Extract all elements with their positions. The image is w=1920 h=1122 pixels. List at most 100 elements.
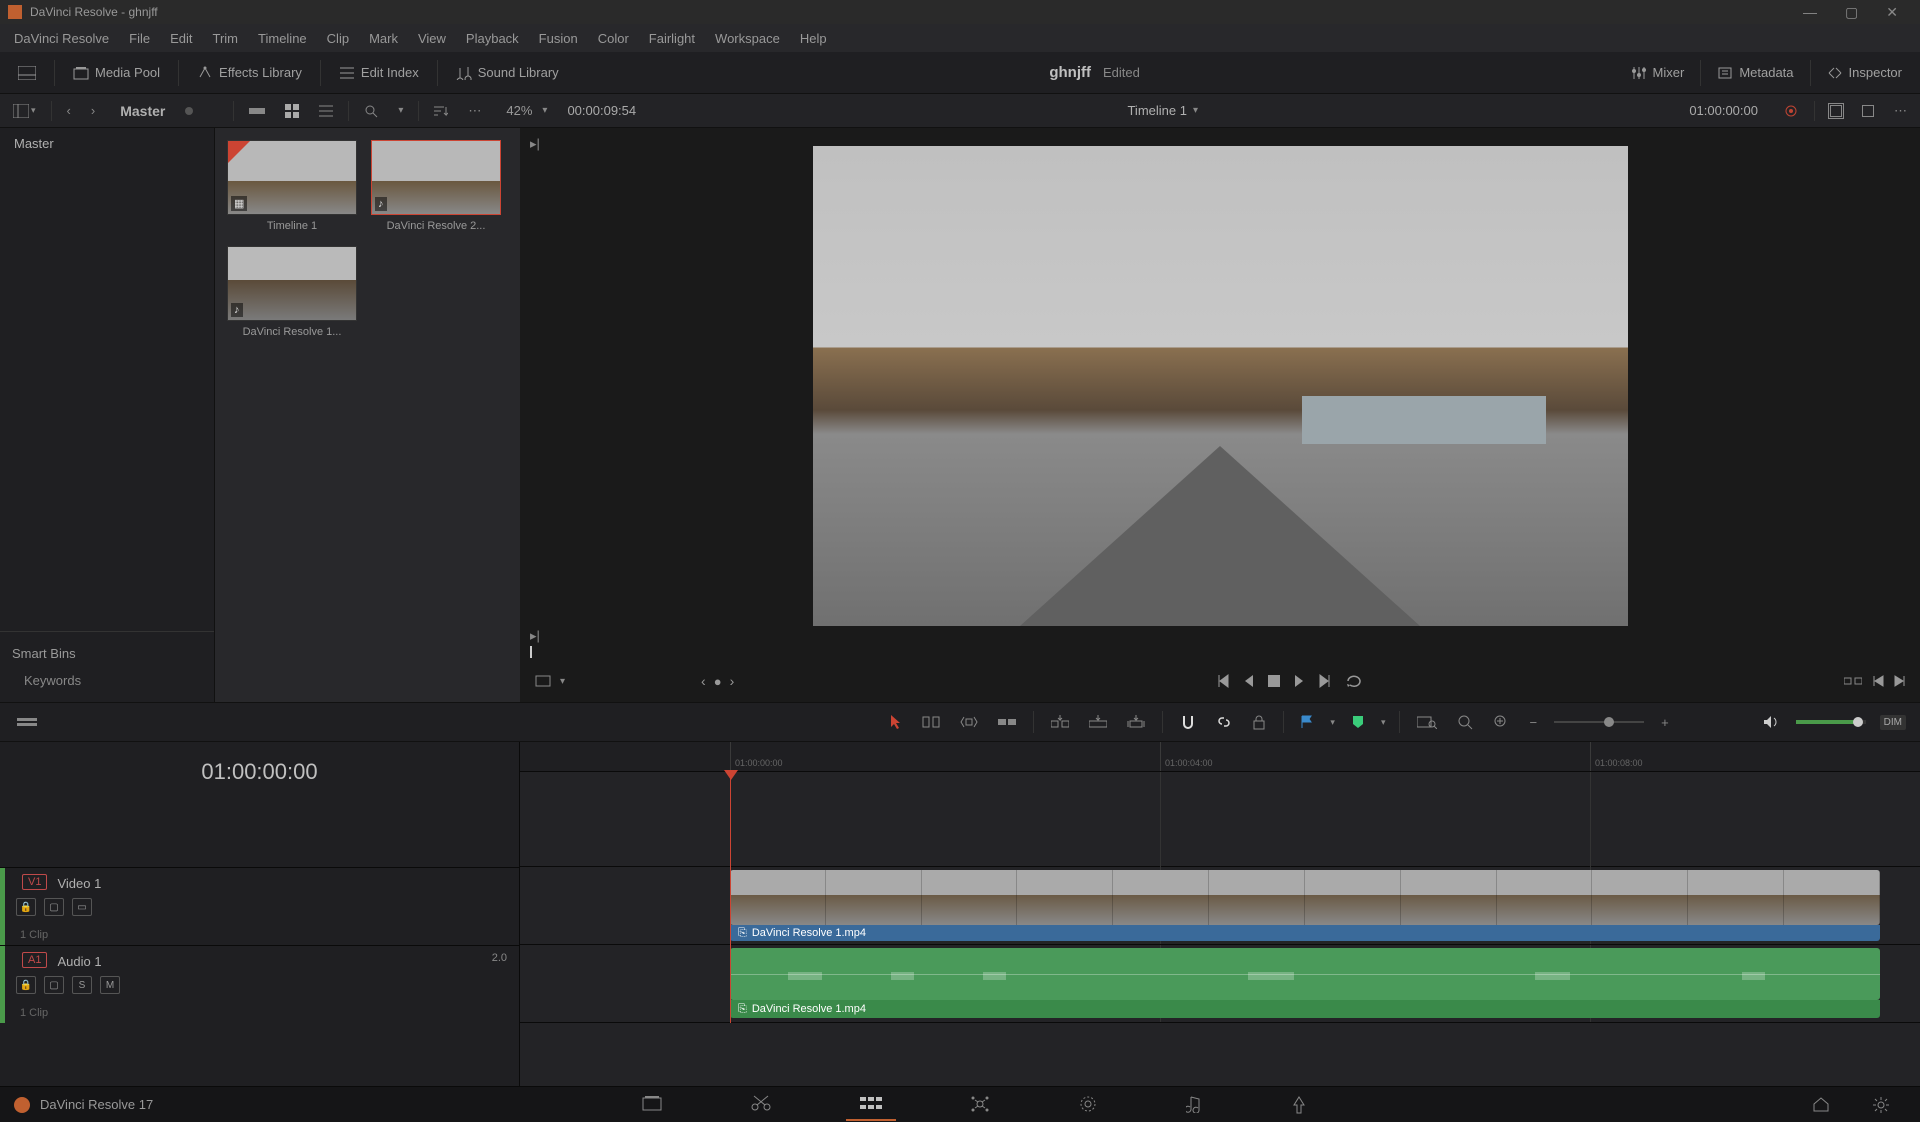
viewer-canvas[interactable] [520,128,1920,644]
video-autoselect-icon[interactable]: ▢ [44,898,64,916]
volume-icon[interactable] [1760,712,1782,732]
media-thumb[interactable]: ♪DaVinci Resolve 1... [227,246,357,338]
menu-workspace[interactable]: Workspace [705,31,790,46]
menu-edit[interactable]: Edit [160,31,202,46]
single-viewer-icon[interactable] [1825,101,1847,121]
menu-fusion[interactable]: Fusion [529,31,588,46]
minimize-button[interactable]: — [1789,2,1831,22]
page-fusion[interactable] [956,1089,1004,1121]
video-track-id[interactable]: V1 [22,874,47,890]
insert-clip-icon[interactable] [1048,712,1072,732]
more-icon[interactable]: ⋯ [463,99,486,123]
overwrite-clip-icon[interactable] [1086,712,1110,732]
marker-dropdown-icon[interactable]: ▾ [1381,717,1386,728]
smart-bins-header[interactable]: Smart Bins [0,640,214,667]
jump-last-icon[interactable]: ▸| [530,628,540,644]
maximize-button[interactable]: ▢ [1831,2,1872,23]
menu-timeline[interactable]: Timeline [248,31,317,46]
dynamic-trim-icon[interactable] [957,712,981,732]
flag-dropdown-icon[interactable]: ▾ [1330,717,1335,728]
nav-back-icon[interactable]: ‹ [62,99,76,122]
settings-icon[interactable] [1858,1090,1904,1120]
menu-clip[interactable]: Clip [317,31,359,46]
menu-playback[interactable]: Playback [456,31,529,46]
audio-clip[interactable] [730,948,1880,1000]
zoom-custom-icon[interactable] [1490,711,1512,733]
mark-in-icon[interactable]: ‹ [701,673,706,689]
timeline-ruler[interactable]: 01:00:00:00 01:00:04:00 01:00:08:00 [520,742,1920,772]
insert-icon[interactable] [1844,675,1862,687]
zoom-fit-icon[interactable] [1414,712,1440,732]
trim-tool-icon[interactable] [919,712,943,732]
timeline-name-label[interactable]: Timeline 1 [1127,103,1186,118]
audio-autoselect-icon[interactable]: ▢ [44,976,64,994]
audio-track-header[interactable]: A1 Audio 1 2.0 🔒 ▢ S M 1 Clip [0,945,519,1023]
page-media[interactable] [628,1089,676,1121]
zoom-percent[interactable]: 42% [506,103,532,118]
media-pool-button[interactable]: Media Pool [65,61,168,84]
link-icon[interactable] [1213,711,1235,733]
nav-fwd-icon[interactable]: › [86,99,100,122]
home-icon[interactable] [1798,1090,1844,1120]
menu-view[interactable]: View [408,31,456,46]
playhead[interactable] [730,772,731,1023]
close-button[interactable]: ✕ [1872,2,1912,23]
audio-lock-icon[interactable]: 🔒 [16,976,36,994]
sort-icon[interactable] [429,101,453,121]
prev-frame-icon[interactable] [1244,674,1254,688]
page-cut[interactable] [736,1089,786,1121]
mixer-button[interactable]: Mixer [1623,60,1693,86]
selection-tool-icon[interactable] [887,711,905,733]
media-thumb[interactable]: ♪DaVinci Resolve 2... [371,140,501,232]
video-clip[interactable] [730,870,1880,925]
layout-button[interactable] [10,62,44,84]
menu-help[interactable]: Help [790,31,837,46]
view-list-icon[interactable] [314,101,338,121]
go-end-icon[interactable] [1318,674,1332,688]
snap-icon[interactable] [1177,711,1199,733]
panel-layout-icon[interactable]: ▾ [8,100,41,122]
dual-viewer-icon[interactable] [1857,101,1879,121]
lock-icon[interactable] [1249,711,1269,733]
search-icon[interactable] [359,100,383,122]
play-icon[interactable] [1294,674,1304,688]
metadata-button[interactable]: Metadata [1709,60,1801,86]
viewer-more-icon[interactable]: ⋯ [1889,99,1912,123]
effects-library-button[interactable]: Effects Library [189,61,310,84]
timeline-view-icon[interactable] [14,712,40,732]
page-color[interactable] [1064,1089,1112,1121]
viewer-scrubber[interactable] [530,644,1910,660]
zoom-slider[interactable] [1554,721,1644,723]
replace-clip-icon[interactable] [1124,712,1148,732]
jump-first-icon[interactable]: ▸| [530,136,540,152]
audio-solo-icon[interactable]: S [72,976,92,994]
dim-badge[interactable]: DIM [1880,715,1906,730]
bin-master[interactable]: Master [0,128,214,159]
smart-bin-keywords[interactable]: Keywords [0,667,214,694]
audio-mute-icon[interactable]: M [100,976,120,994]
zoom-out-icon[interactable]: − [1526,712,1540,733]
video-lock-icon[interactable]: 🔒 [16,898,36,916]
menu-color[interactable]: Color [588,31,639,46]
overwrite-icon[interactable] [1872,674,1884,688]
mark-clip-icon[interactable]: ● [714,674,722,689]
view-grid-icon[interactable] [280,100,304,122]
video-track-header[interactable]: V1 Video 1 🔒 ▢ ▭ 1 Clip [0,867,519,945]
replace-icon[interactable] [1894,674,1906,688]
clip-color-dot[interactable] [185,107,193,115]
edit-index-button[interactable]: Edit Index [331,61,427,84]
page-deliver[interactable] [1276,1089,1322,1121]
menu-fairlight[interactable]: Fairlight [639,31,705,46]
menu-mark[interactable]: Mark [359,31,408,46]
flag-icon[interactable] [1298,712,1316,732]
loop-icon[interactable] [1346,674,1362,688]
menu-davinci[interactable]: DaVinci Resolve [4,31,119,46]
volume-slider[interactable] [1796,720,1866,724]
zoom-in-icon[interactable]: + [1658,712,1672,733]
match-frame-dropdown[interactable]: ▾ [560,676,565,687]
sound-library-button[interactable]: Sound Library [448,61,567,84]
zoom-detail-icon[interactable] [1454,711,1476,733]
view-strip-icon[interactable] [244,101,270,121]
stop-icon[interactable] [1268,675,1280,687]
timeline-tracks[interactable]: 01:00:00:00 01:00:04:00 01:00:08:00 ⎘DaV… [520,742,1920,1086]
